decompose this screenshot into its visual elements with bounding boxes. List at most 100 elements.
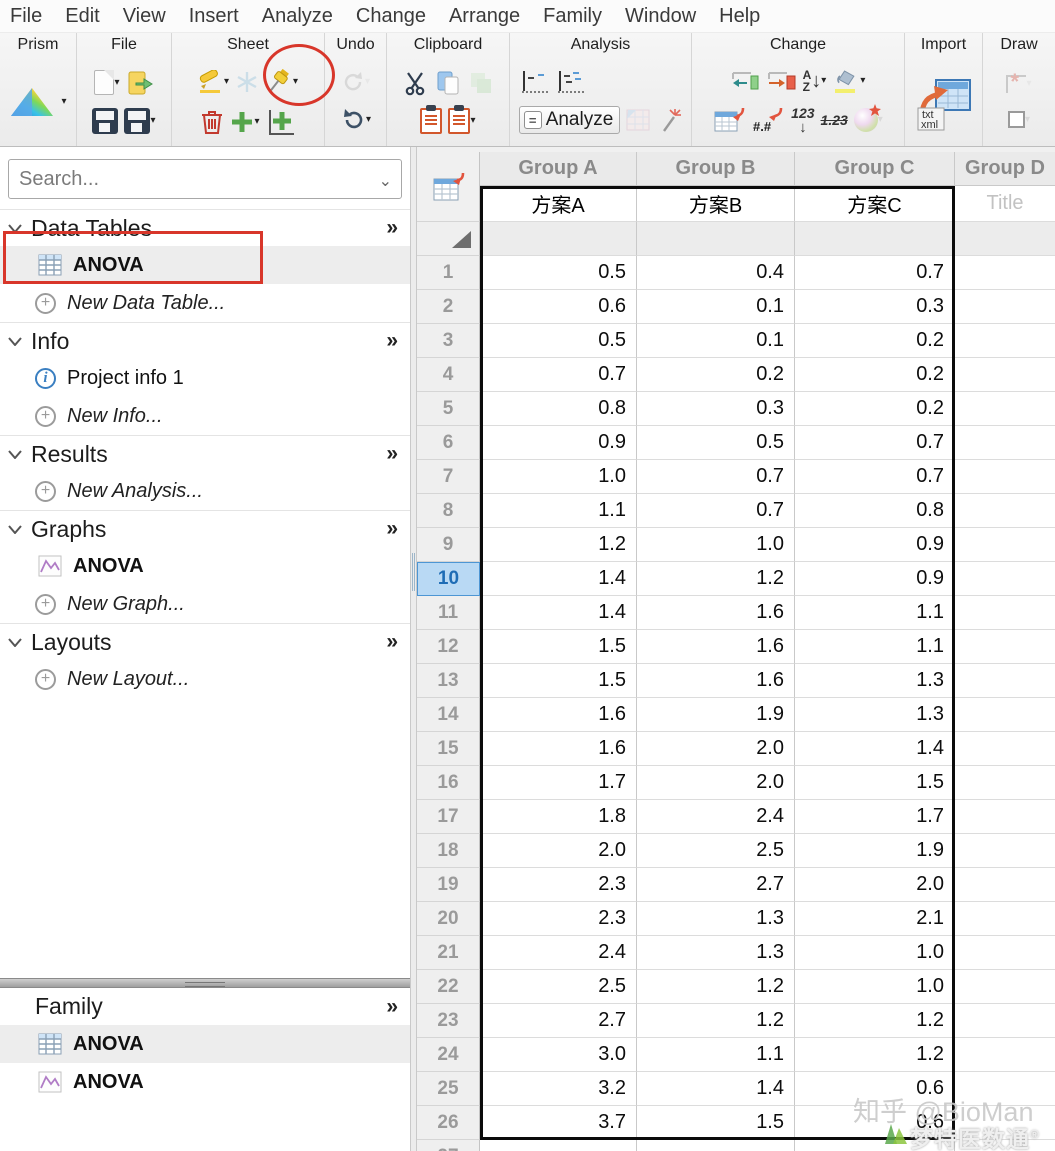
- cell-group-c[interactable]: 1.0: [795, 936, 955, 970]
- column-header-group-b[interactable]: Group B: [637, 152, 795, 186]
- cell-group-c[interactable]: 1.2: [795, 1038, 955, 1072]
- column-title-d-placeholder[interactable]: Title: [955, 186, 1055, 222]
- analyze-button[interactable]: = Analyze: [518, 106, 621, 135]
- row-number[interactable]: 25: [417, 1072, 480, 1106]
- cell-group-c[interactable]: 1.7: [795, 800, 955, 834]
- cell-group-b[interactable]: 0.4: [637, 256, 795, 290]
- row-number[interactable]: 24: [417, 1038, 480, 1072]
- cell-group-b[interactable]: 1.2: [637, 1004, 795, 1038]
- row-number[interactable]: 8: [417, 494, 480, 528]
- cell-group-a[interactable]: 0.7: [480, 358, 637, 392]
- cell-group-c[interactable]: 0.2: [795, 358, 955, 392]
- row-number[interactable]: 21: [417, 936, 480, 970]
- row-number[interactable]: 4: [417, 358, 480, 392]
- narrow-columns-button[interactable]: [731, 70, 761, 92]
- cell-group-a[interactable]: 3.0: [480, 1038, 637, 1072]
- remove-decimals-button[interactable]: 1.23: [821, 113, 848, 127]
- cell-group-a[interactable]: 3.7: [480, 1106, 637, 1140]
- cell-group-b[interactable]: 1.3: [637, 936, 795, 970]
- search-input[interactable]: [8, 159, 402, 199]
- cell-group-c[interactable]: 1.3: [795, 664, 955, 698]
- sidebar-item-new-layout[interactable]: + New Layout...: [0, 660, 410, 698]
- row-number[interactable]: 7: [417, 460, 480, 494]
- cell-group-c[interactable]: 0.9: [795, 562, 955, 596]
- menu-item[interactable]: Arrange: [449, 5, 520, 28]
- column-header-group-d[interactable]: Group D: [955, 152, 1055, 186]
- cell-group-c[interactable]: 1.4: [795, 732, 955, 766]
- cell-group-a[interactable]: 0.5: [480, 256, 637, 290]
- cell-group-b[interactable]: [637, 1140, 795, 1151]
- cell-group-c[interactable]: 0.2: [795, 324, 955, 358]
- cell-group-c[interactable]: 1.1: [795, 630, 955, 664]
- expand-icon[interactable]: »: [386, 517, 398, 541]
- cell-group-d[interactable]: [955, 1140, 1055, 1151]
- cell-group-b[interactable]: 1.4: [637, 1072, 795, 1106]
- menu-item[interactable]: Help: [719, 5, 760, 28]
- cell-group-c[interactable]: 0.7: [795, 460, 955, 494]
- cell-group-d[interactable]: [955, 834, 1055, 868]
- table-corner-cell[interactable]: [417, 152, 480, 222]
- menu-item[interactable]: Edit: [65, 5, 99, 28]
- row-number[interactable]: 11: [417, 596, 480, 630]
- section-header-results[interactable]: Results »: [0, 435, 410, 472]
- cell-group-a[interactable]: 1.4: [480, 562, 637, 596]
- cell-group-c[interactable]: 0.2: [795, 392, 955, 426]
- cell-group-c[interactable]: 0.8: [795, 494, 955, 528]
- cell-group-b[interactable]: 0.1: [637, 290, 795, 324]
- sidebar-splitter[interactable]: [410, 147, 417, 1151]
- cell-group-d[interactable]: [955, 1072, 1055, 1106]
- cell-group-d[interactable]: [955, 664, 1055, 698]
- section-header-layouts[interactable]: Layouts »: [0, 623, 410, 660]
- sidebar-item-new-graph[interactable]: + New Graph...: [0, 585, 410, 623]
- cut-button[interactable]: [402, 70, 428, 96]
- cell-group-d[interactable]: [955, 256, 1055, 290]
- cell-group-a[interactable]: 2.3: [480, 868, 637, 902]
- cell-group-b[interactable]: 1.2: [637, 970, 795, 1004]
- subcolumn-cell[interactable]: [795, 222, 955, 256]
- family-item-anova-graph[interactable]: ANOVA: [0, 1063, 410, 1101]
- new-file-button[interactable]: ▾: [94, 70, 120, 96]
- cell-group-c[interactable]: 0.7: [795, 426, 955, 460]
- menu-item[interactable]: Analyze: [262, 5, 333, 28]
- column-title-b[interactable]: 方案B: [637, 186, 795, 222]
- redo-button[interactable]: ▾: [341, 70, 370, 94]
- cell-group-c[interactable]: 0.6: [795, 1106, 955, 1140]
- cell-group-b[interactable]: 2.7: [637, 868, 795, 902]
- menu-item[interactable]: View: [123, 5, 166, 28]
- apply-analysis-button[interactable]: [626, 109, 650, 131]
- cell-group-a[interactable]: 1.6: [480, 698, 637, 732]
- cell-group-d[interactable]: [955, 970, 1055, 1004]
- cell-group-b[interactable]: 2.4: [637, 800, 795, 834]
- column-header-group-c[interactable]: Group C: [795, 152, 955, 186]
- multiple-ttest-analysis-button[interactable]: [556, 69, 586, 95]
- undo-button[interactable]: ▾: [340, 107, 371, 133]
- wizard-button[interactable]: [656, 107, 682, 133]
- sidebar-item-anova-graph[interactable]: ANOVA: [0, 547, 410, 585]
- cell-group-a[interactable]: 1.2: [480, 528, 637, 562]
- save-button[interactable]: [92, 108, 119, 135]
- cell-group-c[interactable]: 0.9: [795, 528, 955, 562]
- new-sheet-button[interactable]: ▾: [230, 110, 260, 134]
- menu-item[interactable]: Window: [625, 5, 696, 28]
- row-number[interactable]: 3: [417, 324, 480, 358]
- paste-menu-button[interactable]: ▾: [448, 105, 476, 135]
- cell-group-a[interactable]: 1.5: [480, 664, 637, 698]
- cell-group-a[interactable]: 3.2: [480, 1072, 637, 1106]
- cell-group-c[interactable]: 1.1: [795, 596, 955, 630]
- cell-group-c[interactable]: 2.1: [795, 902, 955, 936]
- cell-group-a[interactable]: 2.0: [480, 834, 637, 868]
- expand-icon[interactable]: »: [386, 329, 398, 353]
- cell-group-b[interactable]: 0.7: [637, 494, 795, 528]
- exclude-values-button[interactable]: [713, 106, 745, 134]
- sidebar-item-project-info-1[interactable]: i Project info 1: [0, 359, 410, 397]
- section-header-family[interactable]: Family »: [0, 988, 410, 1025]
- subcolumn-cell[interactable]: [637, 222, 795, 256]
- cell-group-d[interactable]: [955, 460, 1055, 494]
- sidebar-item-new-info[interactable]: + New Info...: [0, 397, 410, 435]
- row-number[interactable]: 2: [417, 290, 480, 324]
- section-header-graphs[interactable]: Graphs »: [0, 510, 410, 547]
- sidebar-item-new-data-table[interactable]: + New Data Table...: [0, 284, 410, 322]
- decimal-format-button[interactable]: #.#: [751, 106, 785, 134]
- section-header-data-tables[interactable]: Data Tables »: [0, 209, 410, 246]
- expand-icon[interactable]: »: [386, 630, 398, 654]
